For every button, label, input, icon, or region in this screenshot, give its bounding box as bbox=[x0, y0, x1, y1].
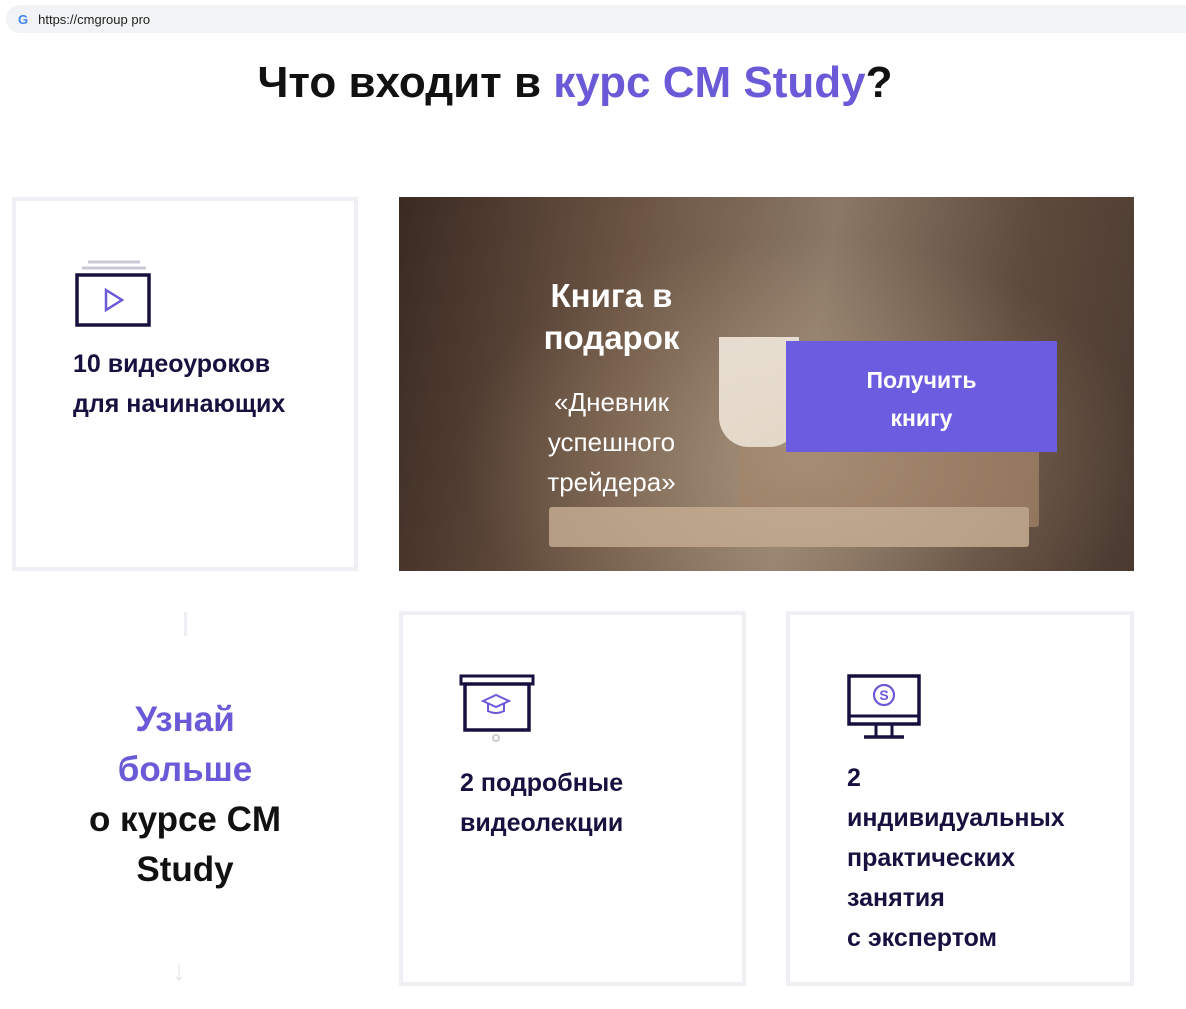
divider-line bbox=[184, 612, 187, 636]
card-text: 2 подробные видеолекции bbox=[460, 769, 624, 837]
book-gift-banner: Книга в подарок «Дневник успешного трейд… bbox=[399, 197, 1134, 571]
monitor-skype-icon: S bbox=[847, 674, 921, 739]
banner-title: Книга в подарок bbox=[543, 277, 680, 356]
card-text: 10 видеоуроков для начинающих bbox=[73, 350, 286, 418]
svg-text:S: S bbox=[879, 687, 888, 703]
arrow-down-icon[interactable]: ↓ bbox=[172, 955, 186, 987]
address-bar[interactable]: Ghttps://cmgroup pro bbox=[6, 5, 1186, 33]
card-videolessons: 10 видеоуроков для начинающих bbox=[12, 197, 358, 571]
url-text: https://cmgroup pro bbox=[38, 11, 151, 27]
card-videolectures: 2 подробные видеолекции bbox=[399, 611, 746, 986]
banner-subtitle: «Дневник успешного трейдера» bbox=[547, 387, 676, 497]
learn-more-text[interactable]: Узнай больше о курсе CM Study bbox=[40, 695, 330, 895]
presentation-graduation-icon bbox=[459, 674, 535, 742]
card-text: 2 индивидуальных практических занятия с эксп… bbox=[847, 764, 1065, 952]
video-play-icon bbox=[75, 260, 151, 327]
card-practice: S 2 индивидуальных практических занятия с эк… bbox=[786, 611, 1134, 986]
page-title: Что входит в курс CM Study? bbox=[257, 58, 893, 107]
google-icon: G bbox=[18, 11, 29, 27]
get-book-button[interactable]: Получить книгу bbox=[786, 341, 1057, 452]
